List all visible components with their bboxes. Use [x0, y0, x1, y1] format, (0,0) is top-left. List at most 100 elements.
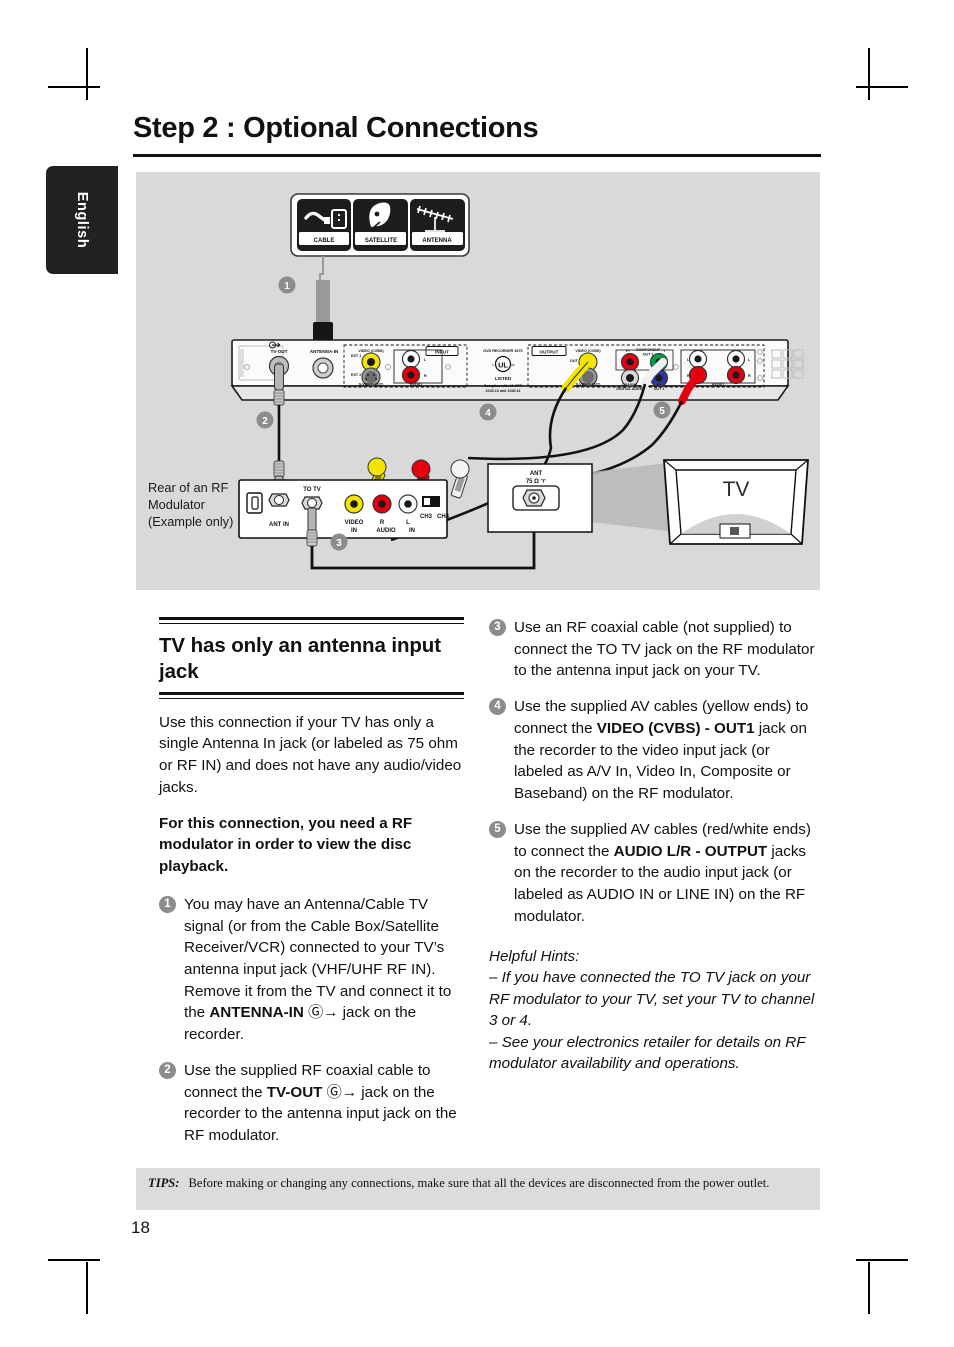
svg-text:EXT 1: EXT 1 [351, 354, 361, 358]
svg-text:LISTED: LISTED [495, 376, 512, 381]
step-text-pre: Use an RF coaxial cable (not supplied) t… [514, 619, 815, 680]
document-page: English Step 2 : Optional Connections .s… [0, 0, 954, 1347]
right-text-column: 3 Use an RF coaxial cable (not supplied)… [489, 617, 822, 1075]
svg-text:OUT 1: OUT 1 [654, 387, 665, 391]
step-bold-term: ANTENNA-IN [209, 1004, 304, 1022]
svg-text:2: 2 [262, 416, 268, 427]
cable-label: CABLE [314, 238, 335, 244]
svg-text:L: L [406, 520, 410, 526]
list-item: 3 Use an RF coaxial cable (not supplied)… [489, 617, 822, 682]
svg-text:IN: IN [351, 528, 357, 534]
bold-note-paragraph: For this connection, you need a RF modul… [159, 814, 413, 876]
svg-text:ANTENNA-IN: ANTENNA-IN [310, 349, 339, 354]
rf-caption-line1: Rear of an RF [148, 480, 229, 495]
svg-text:R: R [687, 374, 690, 378]
tv-out-icon: Ⓖ→ [322, 1083, 358, 1101]
dvd-recorder-rear-panel: TV-OUT ANTENNA-IN INPUT VIDEO (CVBS) EXT… [230, 339, 804, 406]
title-divider [133, 154, 821, 157]
svg-text:CH3: CH3 [420, 514, 433, 520]
callout-5: 5 [653, 401, 671, 419]
connection-diagram: .sp{font-family:"Liberation Sans",sans-s… [136, 172, 820, 590]
helpful-hint-1: – If you have connected the TO TV jack o… [489, 969, 815, 1030]
list-item: 1 You may have an Antenna/Cable TV signa… [159, 894, 464, 1046]
ant-spec-label: 75 Ω ㅜ [526, 479, 547, 485]
ant-label: ANT [530, 471, 543, 477]
step-bold-term: VIDEO (CVBS) - OUT1 [596, 719, 755, 737]
helpful-hint-2: – See your electronics retailer for deta… [489, 1033, 806, 1073]
language-tab: English [46, 166, 118, 274]
step-bold-term: TV-OUT [266, 1083, 323, 1101]
crop-mark-top-left-v [86, 48, 88, 100]
callout-3: 3 [330, 533, 348, 551]
tv-label: TV [723, 478, 750, 501]
rf-modulator: Rear of an RF Modulator (Example only) A… [148, 479, 450, 539]
svg-text:1: 1 [284, 281, 290, 292]
svg-text:R: R [424, 374, 427, 378]
page-title: Step 2 : Optional Connections [133, 112, 539, 144]
svg-text:CH4: CH4 [437, 514, 450, 520]
tv-antenna-socket: ANT 75 Ω ㅜ [487, 462, 676, 533]
svg-text:DIGITAL AUDIO: DIGITAL AUDIO [616, 387, 643, 391]
crop-mark-bottom-right-v [868, 1262, 870, 1314]
callout-2: 2 [256, 411, 274, 429]
svg-text:4: 4 [485, 408, 491, 419]
crop-mark-bottom-left-h [48, 1259, 100, 1261]
svg-text:1040.10 and 1040.11: 1040.10 and 1040.11 [485, 389, 520, 393]
ul-model-label: DVD RECORDER 3376 [483, 349, 522, 353]
svg-text:VIDEO (CVBS): VIDEO (CVBS) [575, 349, 601, 353]
svg-text:S-VIDEO (Y/C): S-VIDEO (Y/C) [576, 383, 602, 387]
svg-text:AUDIO: AUDIO [410, 383, 422, 387]
rf-caption-line3: (Example only) [148, 514, 233, 529]
svg-text:IN: IN [409, 528, 415, 534]
svg-text:c: c [492, 363, 494, 367]
output-group-label: OUTPUT [540, 350, 559, 355]
right-step-list: 3 Use an RF coaxial cable (not supplied)… [489, 617, 822, 928]
step-bullet: 4 [489, 698, 506, 716]
left-step-list: 1 You may have an Antenna/Cable TV signa… [159, 894, 464, 1147]
antenna-label: ANTENNA [422, 238, 452, 244]
svg-text:R: R [380, 520, 385, 526]
tips-bar: TIPS: Before making or changing any conn… [136, 1168, 820, 1210]
svg-text:UL: UL [498, 361, 508, 370]
tv-set: TV [663, 459, 809, 545]
svg-text:TV-OUT: TV-OUT [271, 349, 288, 354]
svg-text:us: us [511, 363, 515, 367]
list-item: 2 Use the supplied RF coaxial cable to c… [159, 1060, 464, 1147]
step-text-pre: You may have an Antenna/Cable TV signal … [184, 895, 452, 1022]
svg-text:VIDEO (CVBS): VIDEO (CVBS) [358, 349, 384, 353]
svg-text:EXT 2: EXT 2 [351, 373, 361, 377]
step-bullet: 3 [489, 619, 506, 636]
svg-text:R: R [748, 374, 751, 378]
list-item: 4 Use the supplied AV cables (yellow end… [489, 696, 822, 805]
step-bold-term: AUDIO L/R - OUTPUT [613, 842, 768, 860]
section-heading: TV has only an antenna input jack [159, 634, 441, 683]
satellite-label: SATELLITE [365, 238, 397, 244]
svg-text:AUDIO: AUDIO [712, 383, 724, 387]
callout-1: 1 [278, 276, 296, 294]
tips-label: TIPS: [148, 1176, 180, 1190]
svg-text:ANT IN: ANT IN [269, 522, 289, 528]
svg-text:AUDIO: AUDIO [376, 528, 396, 534]
rf-caption-line2: Modulator [148, 497, 206, 512]
page-number: 18 [131, 1218, 150, 1237]
crop-mark-bottom-right-h [856, 1259, 908, 1261]
svg-text:S-VIDEO (Y/C): S-VIDEO (Y/C) [359, 383, 385, 387]
rf-to-tv-jack: TO TV [301, 487, 323, 510]
intro-paragraph: Use this connection if your TV has only … [159, 713, 462, 796]
svg-text:VIDEO: VIDEO [345, 520, 364, 526]
section-rule-bottom [159, 691, 464, 699]
svg-text:3: 3 [336, 538, 342, 549]
list-item: 5 Use the supplied AV cables (red/white … [489, 819, 822, 928]
signal-source-boxes: CABLE SATELLITE ANTENNA [290, 193, 470, 257]
language-tab-label: English [74, 191, 90, 249]
step-bullet: 1 [159, 895, 176, 913]
svg-text:Complies with 21 CFR: Complies with 21 CFR [484, 384, 523, 388]
crop-mark-top-right-h [856, 86, 908, 88]
left-text-column: TV has only an antenna input jack Use th… [159, 617, 464, 1161]
crop-mark-top-left-h [48, 86, 100, 88]
antenna-in-icon: Ⓖ→ [303, 1004, 339, 1022]
svg-text:5: 5 [659, 406, 665, 417]
step-bullet: 2 [159, 1061, 176, 1079]
tips-text: Before making or changing any connection… [188, 1176, 770, 1190]
callout-4: 4 [479, 403, 497, 421]
